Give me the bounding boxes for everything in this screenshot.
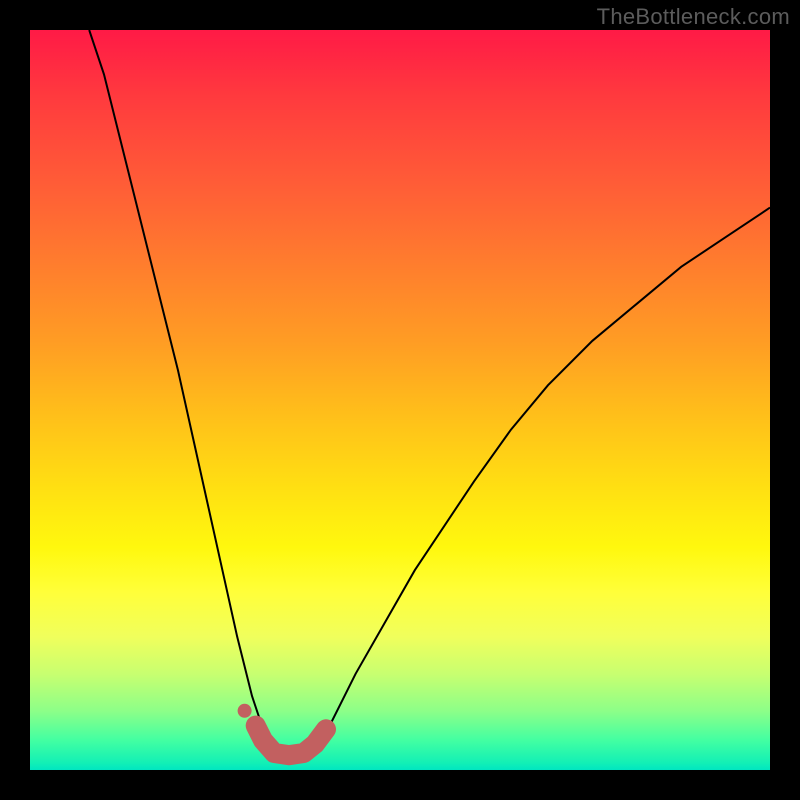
valley-highlight [256,726,326,756]
curve-right-branch [311,208,770,756]
watermark-text: TheBottleneck.com [597,4,790,30]
chart-svg [30,30,770,770]
curve-left-branch [89,30,274,755]
highlight-dot [238,704,252,718]
plot-area [30,30,770,770]
chart-frame: TheBottleneck.com [0,0,800,800]
